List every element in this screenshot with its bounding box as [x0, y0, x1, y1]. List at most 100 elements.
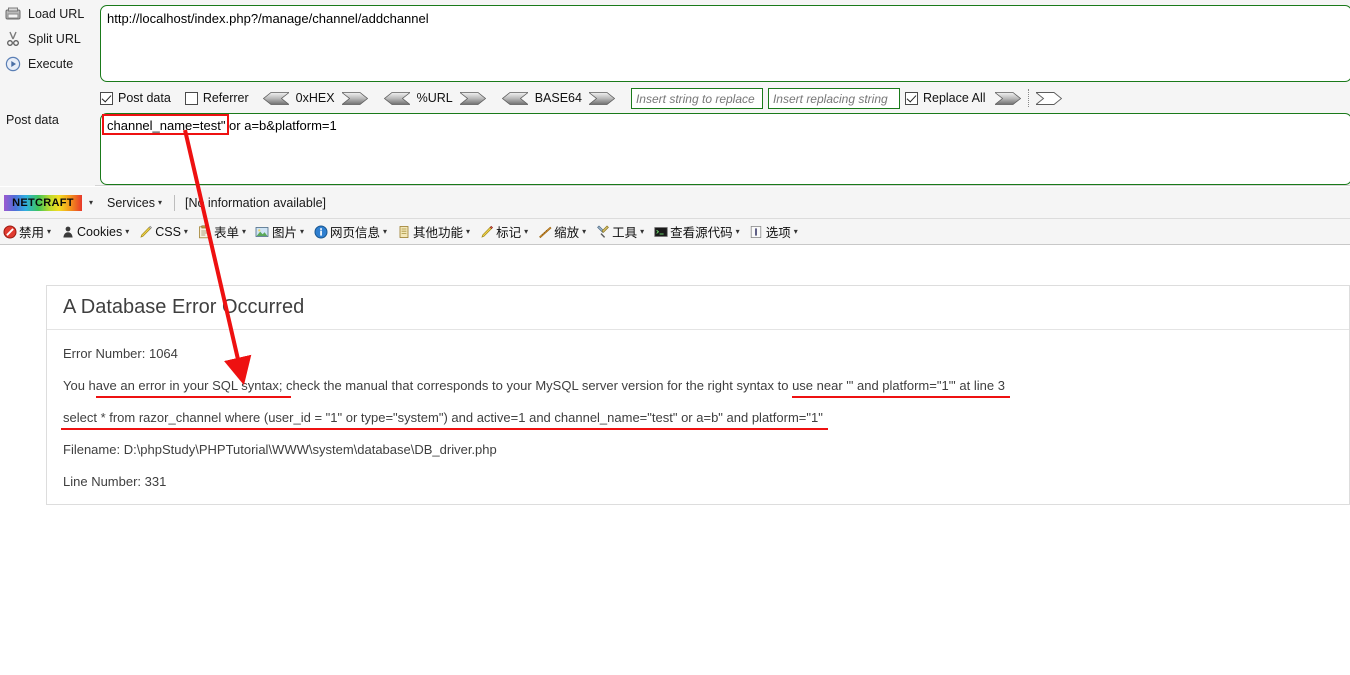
screenshot-root: Load URL Split URL Execute Post data htt…: [0, 0, 1350, 675]
toolbar-divider: [1027, 89, 1029, 107]
encoder-group-hex: 0xHEX: [262, 91, 368, 105]
chevron-down-icon: ▾: [125, 227, 130, 236]
chevron-down-icon: ▾: [793, 227, 798, 236]
chevron-down-icon: ▾: [466, 227, 471, 236]
chevron-down-icon: ▾: [299, 227, 304, 236]
error-line-number: Line Number: 331: [63, 474, 167, 489]
replace-all-checkbox[interactable]: Replace All: [904, 91, 986, 105]
netcraft-services-menu[interactable]: Services ▾: [107, 196, 162, 210]
error-query: select * from razor_channel where (user_…: [63, 410, 823, 425]
devbar-label-outline: 标记: [496, 226, 522, 240]
hackbar-panel: Load URL Split URL Execute Post data htt…: [0, 0, 1350, 186]
execute-icon: [2, 55, 24, 73]
replace-all-checkbox-box[interactable]: [904, 91, 918, 105]
post-data-checkbox-label: Post data: [118, 91, 171, 105]
load-url-label: Load URL: [28, 7, 85, 21]
chevron-right-icon[interactable]: [587, 91, 616, 105]
error-number: Error Number: 1064: [63, 346, 178, 361]
devbar-label-css: CSS: [155, 224, 181, 239]
error-message: You have an error in your SQL syntax; ch…: [63, 378, 1005, 393]
chevron-left-icon[interactable]: [383, 91, 411, 105]
url-input[interactable]: http://localhost/index.php?/manage/chann…: [100, 5, 1350, 82]
replace-all-checkbox-label: Replace All: [922, 91, 986, 105]
chevron-down-icon: ▾: [640, 227, 645, 236]
devbar-item-options[interactable]: 选项 ▾: [749, 222, 798, 241]
tools-icon: [595, 224, 610, 239]
cookies-icon: [60, 224, 75, 239]
page-title: A Database Error Occurred: [63, 296, 305, 318]
chevron-right-icon[interactable]: [458, 91, 486, 105]
devbar-label-page-info: 网页信息: [330, 226, 381, 240]
devbar-item-forms[interactable]: 表单 ▾: [197, 222, 246, 241]
chevron-right-icon[interactable]: [340, 91, 368, 105]
devbar-label-cookies: Cookies: [77, 224, 123, 239]
chevron-left-icon[interactable]: [501, 91, 529, 105]
chevron-down-icon: ▾: [183, 227, 188, 236]
split-url-button[interactable]: Split URL: [0, 28, 95, 50]
underline-query: [61, 428, 828, 430]
execute-label: Execute: [28, 57, 74, 71]
replace-apply-chevron-icon[interactable]: [993, 91, 1021, 105]
replace-string-input[interactable]: Insert replacing string: [767, 87, 900, 109]
view-source-icon: [653, 224, 668, 239]
devbar-item-view-source[interactable]: 查看源代码 ▾: [653, 222, 740, 241]
devbar-label-images: 图片: [271, 226, 297, 240]
netcraft-info-text: [No information available]: [184, 195, 327, 210]
referrer-checkbox[interactable]: Referrer: [184, 91, 249, 105]
hackbar-sidebar: Load URL Split URL Execute Post data: [0, 0, 95, 186]
chevron-left-icon[interactable]: [262, 91, 290, 105]
chevron-down-icon: ▾: [47, 227, 52, 236]
devbar-item-tools[interactable]: 工具 ▾: [595, 222, 644, 241]
browser-content: A Database Error Occurred Error Number: …: [0, 246, 1350, 675]
chevron-down-icon: ▾: [524, 227, 529, 236]
chevron-down-icon: ▾: [383, 227, 388, 236]
devbar-item-images[interactable]: 图片 ▾: [255, 222, 304, 241]
outline-icon: [479, 224, 494, 239]
devbar-label-resize: 缩放: [554, 226, 580, 240]
replace-undo-chevron-icon[interactable]: [1034, 91, 1062, 105]
post-data-checkbox-box[interactable]: [100, 91, 113, 105]
devbar-item-misc[interactable]: 其他功能 ▾: [396, 222, 470, 241]
devbar-label-misc: 其他功能: [413, 226, 464, 240]
post-data-input[interactable]: channel_name=test" or a=b&platform=1: [100, 113, 1350, 185]
database-error-body: Error Number: 1064 You have an error in …: [47, 330, 1349, 499]
load-url-icon: [2, 5, 24, 23]
devbar-item-css[interactable]: CSS ▾: [138, 224, 188, 239]
forms-icon: [197, 224, 212, 239]
netcraft-services-label: Services: [107, 195, 155, 210]
devbar-label-disable: 禁用: [19, 226, 45, 240]
encoder-group-base64: BASE64: [501, 91, 616, 105]
resize-icon: [537, 224, 552, 239]
execute-button[interactable]: Execute: [0, 53, 95, 75]
post-data-highlight-box: [102, 114, 229, 135]
split-url-icon: [2, 30, 24, 48]
images-icon: [255, 224, 270, 239]
referrer-checkbox-box[interactable]: [184, 91, 198, 105]
netcraft-logo: NETCRAFT: [4, 194, 82, 211]
css-icon: [138, 224, 153, 239]
devbar-item-page-info[interactable]: 网页信息 ▾: [313, 222, 387, 241]
chevron-down-icon: ▾: [582, 227, 587, 236]
devbar-item-disable[interactable]: 禁用 ▾: [2, 222, 51, 241]
post-data-checkbox[interactable]: Post data: [100, 91, 171, 105]
encoder-group-url: %URL: [383, 91, 486, 105]
chevron-down-icon: ▾: [157, 198, 162, 207]
encoder-label-hex: 0xHEX: [295, 91, 335, 105]
error-filename: Filename: D:\phpStudy\PHPTutorial\WWW\sy…: [63, 442, 497, 457]
load-url-button[interactable]: Load URL: [0, 3, 95, 25]
find-string-input[interactable]: Insert string to replace: [630, 87, 763, 109]
devbar-label-forms: 表单: [213, 226, 239, 240]
disable-icon: [2, 224, 17, 239]
netcraft-menu-caret-icon[interactable]: ▾: [89, 198, 93, 207]
hackbar-toolbar: Post data Referrer 0xHEX %URL BASE64 Ins…: [100, 84, 1350, 112]
encoder-label-base64: BASE64: [534, 91, 582, 105]
underline-sql-syntax: [96, 396, 291, 398]
database-error-panel: A Database Error Occurred Error Number: …: [46, 285, 1350, 505]
devbar-item-cookies[interactable]: Cookies ▾: [60, 224, 129, 239]
options-icon: [749, 224, 764, 239]
database-error-header: A Database Error Occurred: [47, 286, 1349, 330]
chevron-down-icon: ▾: [735, 227, 740, 236]
devbar-item-resize[interactable]: 缩放 ▾: [537, 222, 586, 241]
devbar-item-outline[interactable]: 标记 ▾: [479, 222, 528, 241]
netcraft-toolbar: NETCRAFT ▾ Services ▾ [No information av…: [0, 187, 1350, 219]
